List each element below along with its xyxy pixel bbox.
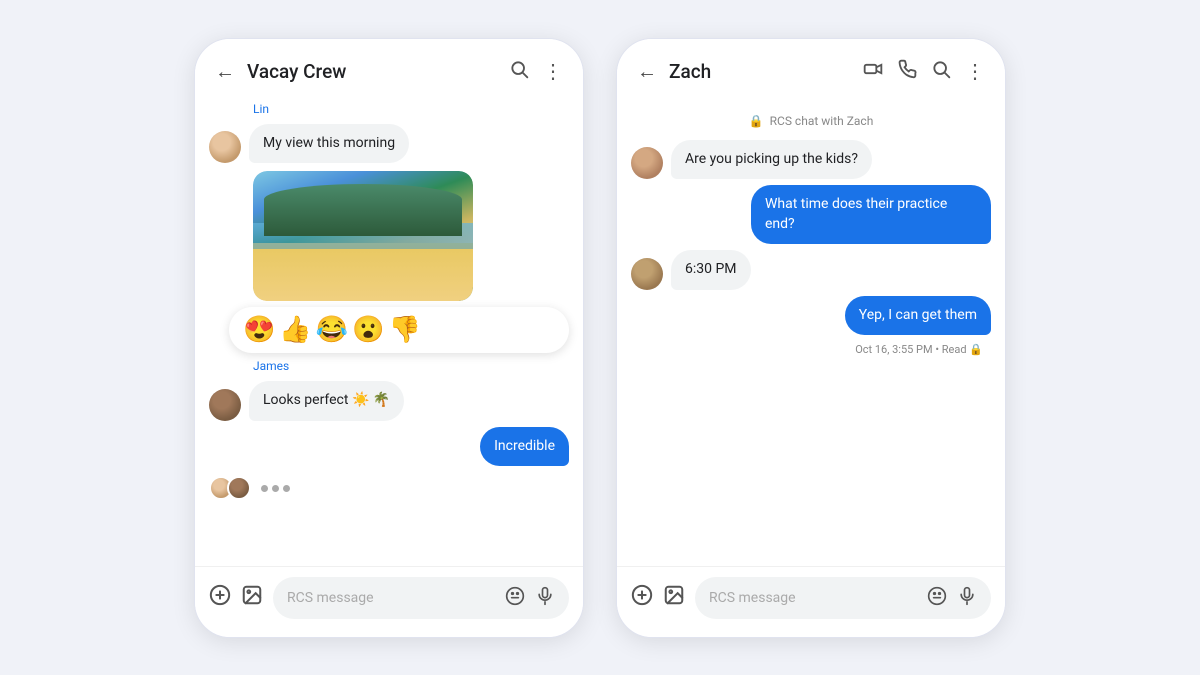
- message-row-lin: My view this morning: [209, 124, 569, 164]
- phone2-header: ← Zach ⋮: [617, 39, 1005, 94]
- header-icons-zach: ⋮: [863, 59, 985, 84]
- message-input-zach[interactable]: RCS message: [695, 577, 991, 619]
- emoji-button-zach[interactable]: [927, 586, 947, 610]
- rcs-info-text: RCS chat with Zach: [770, 114, 874, 128]
- phone-icon[interactable]: [897, 59, 917, 84]
- chat-footer-zach: RCS message: [617, 566, 1005, 637]
- emoji-reactions-bar: 😍 👍 😂 😮 👎: [229, 307, 569, 353]
- typing-dot-2: [272, 485, 279, 492]
- message-row-zach-time: 6:30 PM: [631, 250, 991, 290]
- avatar-lin: [209, 131, 241, 163]
- water-overlay: [253, 223, 473, 249]
- avatar-james: [209, 389, 241, 421]
- mic-button-zach[interactable]: [957, 586, 977, 610]
- message-row-james: Looks perfect ☀️ 🌴: [209, 381, 569, 421]
- reaction-laughing[interactable]: 😂: [316, 315, 348, 345]
- search-icon-zach[interactable]: [931, 59, 951, 84]
- chat-title-zach: Zach: [669, 60, 855, 83]
- reaction-surprised[interactable]: 😮: [352, 315, 384, 345]
- lock-icon: 🔒: [749, 114, 764, 128]
- typing-dots: [253, 479, 298, 498]
- bubble-james-text: Looks perfect ☀️ 🌴: [249, 381, 404, 421]
- message-row-zach-q1: Are you picking up the kids?: [631, 140, 991, 180]
- back-button-zach[interactable]: ←: [637, 59, 657, 84]
- reaction-thumbs-down[interactable]: 👎: [389, 315, 421, 345]
- more-options-icon[interactable]: ⋮: [543, 59, 563, 83]
- bubble-sent-practice: What time does their practice end?: [751, 185, 991, 244]
- bubble-sent-incredible: Incredible: [480, 427, 569, 467]
- typing-avatars: [209, 476, 245, 500]
- phone-zach: ← Zach ⋮ 🔒 RCS chat with Zach: [616, 38, 1006, 638]
- message-row-sent-incredible: Incredible: [209, 427, 569, 467]
- input-icons-zach: [927, 586, 977, 610]
- avatar-zach-2: [631, 258, 663, 290]
- message-input-vacay[interactable]: RCS message: [273, 577, 569, 619]
- more-options-icon-zach[interactable]: ⋮: [965, 59, 985, 83]
- bubble-zach-time: 6:30 PM: [671, 250, 751, 290]
- phone-vacay-crew: ← Vacay Crew ⋮ Lin My view this morning: [194, 38, 584, 638]
- sender-james-label: James: [253, 359, 569, 373]
- beach-photo: [253, 171, 473, 301]
- message-status: Oct 16, 3:55 PM • Read 🔒: [631, 343, 983, 356]
- beach-image: [253, 171, 473, 301]
- chat-body-zach: 🔒 RCS chat with Zach Are you picking up …: [617, 94, 1005, 566]
- avatar-zach-1: [631, 147, 663, 179]
- back-button[interactable]: ←: [215, 59, 235, 84]
- sender-lin-label: Lin: [253, 102, 569, 116]
- emoji-button-vacay[interactable]: [505, 586, 525, 610]
- search-icon[interactable]: [509, 59, 529, 84]
- reaction-thumbs-up[interactable]: 👍: [279, 315, 311, 345]
- mic-button-vacay[interactable]: [535, 586, 555, 610]
- video-icon[interactable]: [863, 59, 883, 84]
- phone1-header: ← Vacay Crew ⋮: [195, 39, 583, 94]
- rcs-info-banner: 🔒 RCS chat with Zach: [631, 102, 991, 134]
- header-icons: ⋮: [509, 59, 563, 84]
- bubble-zach-q1: Are you picking up the kids?: [671, 140, 872, 180]
- chat-footer-vacay: RCS message: [195, 566, 583, 637]
- bubble-sent-yep: Yep, I can get them: [845, 296, 991, 336]
- input-icons-vacay: [505, 586, 555, 610]
- reaction-heart-eyes[interactable]: 😍: [243, 315, 275, 345]
- add-button[interactable]: [209, 584, 231, 612]
- typing-dot-3: [283, 485, 290, 492]
- typing-avatar-james: [227, 476, 251, 500]
- typing-dot-1: [261, 485, 268, 492]
- message-row-sent-yep: Yep, I can get them: [631, 296, 991, 336]
- gallery-button-zach[interactable]: [663, 584, 685, 612]
- gallery-button[interactable]: [241, 584, 263, 612]
- chat-title: Vacay Crew: [247, 60, 501, 83]
- typing-indicator: [209, 476, 569, 500]
- chat-body-vacay: Lin My view this morning 😍 👍 😂 😮 👎: [195, 94, 583, 566]
- bubble-lin-text: My view this morning: [249, 124, 409, 164]
- message-row-sent-practice: What time does their practice end?: [631, 185, 991, 244]
- phones-container: ← Vacay Crew ⋮ Lin My view this morning: [0, 0, 1200, 675]
- add-button-zach[interactable]: [631, 584, 653, 612]
- input-placeholder-zach: RCS message: [709, 590, 796, 606]
- input-placeholder-vacay: RCS message: [287, 590, 374, 606]
